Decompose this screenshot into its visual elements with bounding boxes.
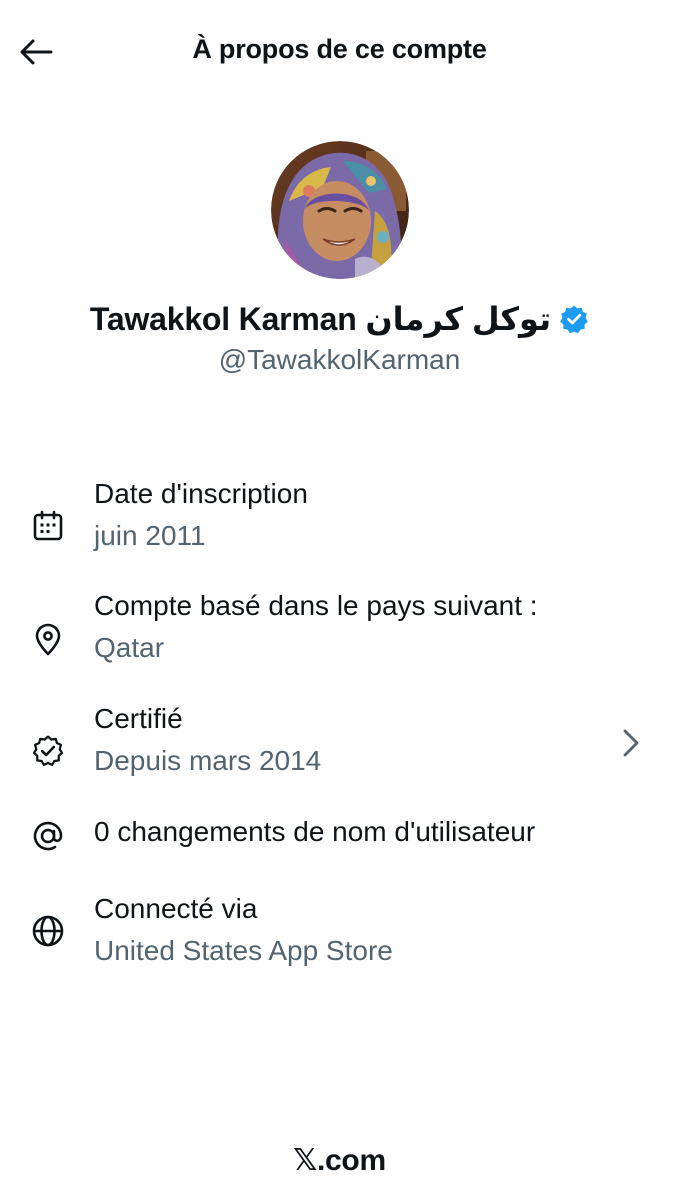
calendar-icon: [30, 508, 66, 544]
at-icon: [30, 818, 66, 854]
country-label: Compte basé dans le pays suivant :: [94, 590, 538, 621]
username-handle: @TawakkolKarman: [218, 344, 461, 375]
connected-value: United States App Store: [94, 935, 393, 966]
verified-outline-icon: [30, 733, 66, 769]
chevron-right-icon[interactable]: [617, 723, 645, 763]
verified-label: Certifié: [94, 703, 183, 734]
location-pin-icon: [30, 622, 66, 658]
username-changes-label: 0 changements de nom d'utilisateur: [94, 816, 536, 847]
joined-value: juin 2011: [94, 520, 206, 551]
display-name: Tawakkol Karman توكل كرمان: [89, 301, 552, 337]
profile-name-row: Tawakkol Karman توكل كرمان: [0, 300, 679, 338]
x-com-footer: 𝕏.com: [0, 1143, 679, 1178]
joined-label: Date d'inscription: [94, 478, 308, 509]
footer-domain: .com: [317, 1144, 386, 1177]
verified-badge-icon[interactable]: [559, 304, 589, 334]
connected-label: Connecté via: [94, 893, 258, 924]
avatar[interactable]: [271, 141, 409, 279]
globe-icon: [30, 913, 66, 949]
x-logo: 𝕏: [293, 1143, 318, 1178]
page-title: À propos de ce compte: [192, 34, 487, 64]
top-bar: À propos de ce compte: [0, 0, 679, 104]
verified-value: Depuis mars 2014: [94, 745, 322, 776]
about-account-page: À propos de ce compte Tawakkol Karman تو…: [0, 0, 679, 1200]
country-value: Qatar: [94, 632, 165, 663]
profile-photo: [271, 141, 409, 279]
